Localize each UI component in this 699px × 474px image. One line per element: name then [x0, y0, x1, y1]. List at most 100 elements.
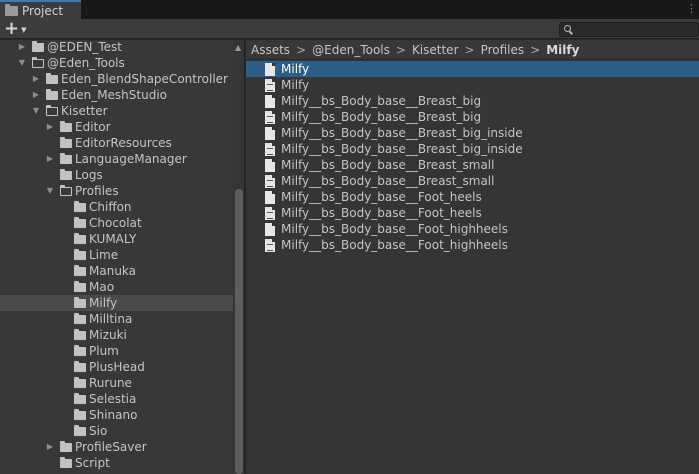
chevron-right-icon[interactable]: ▶ — [17, 40, 27, 55]
tab-label: Project — [22, 3, 64, 18]
folder-icon — [74, 249, 86, 260]
file-icon — [265, 223, 275, 236]
folder-icon — [5, 3, 18, 16]
asset-list-panel: Assets > @Eden_Tools > Kisetter > Profiles > Mil… — [246, 40, 699, 474]
tree-item[interactable]: PlusHead — [0, 359, 233, 375]
file-row[interactable]: Milfy__bs_Body_base__Foot_highheels — [246, 221, 699, 237]
tree-item[interactable]: Shinano — [0, 407, 233, 423]
text-file-icon — [265, 239, 275, 252]
breadcrumb-item[interactable]: Milfy — [546, 43, 579, 57]
file-row[interactable]: Milfy__bs_Body_base__Foot_heels — [246, 205, 699, 221]
tree-item[interactable]: Milltina — [0, 311, 233, 327]
file-name: Milfy__bs_Body_base__Foot_heels — [281, 206, 482, 220]
file-row[interactable]: Milfy__bs_Body_base__Foot_heels — [246, 189, 699, 205]
text-file-icon — [265, 111, 275, 124]
tree-item[interactable]: Logs — [0, 167, 233, 183]
tree-item-label: Milltina — [89, 312, 133, 326]
chevron-down-icon[interactable]: ▼ — [31, 103, 41, 119]
folder-icon — [60, 441, 72, 452]
file-row[interactable]: Milfy__bs_Body_base__Breast_big_inside — [246, 125, 699, 141]
tree-item[interactable]: Plum — [0, 343, 233, 359]
search-icon — [564, 25, 571, 32]
tree-item[interactable]: ▶ ProfileSaver — [0, 439, 233, 455]
tree-item[interactable]: Selestia — [0, 391, 233, 407]
tree-item[interactable]: Script — [0, 455, 233, 471]
file-name: Milfy__bs_Body_base__Breast_big — [281, 94, 482, 108]
breadcrumb-item[interactable]: Assets — [251, 43, 290, 57]
chevron-right-icon[interactable]: ▶ — [45, 439, 55, 455]
chevron-down-icon[interactable]: ▼ — [45, 183, 55, 199]
file-list: Milfy Milfy Milfy__bs_Body_base__Breast_bi… — [246, 61, 699, 253]
folder-icon — [60, 121, 72, 132]
chevron-right-icon[interactable]: ▶ — [45, 119, 55, 135]
scroll-up-icon[interactable]: ▲ — [235, 43, 241, 52]
tree-item[interactable]: Chocolat — [0, 215, 233, 231]
file-row[interactable]: Milfy__bs_Body_base__Breast_big_inside — [246, 141, 699, 157]
tree-item[interactable]: ▼ @Eden_Tools — [0, 55, 233, 71]
tree-item[interactable]: EditorResources — [0, 135, 233, 151]
tree-item-label: Eden_BlendShapeController — [61, 72, 228, 86]
breadcrumb-item[interactable]: Kisetter — [412, 43, 459, 57]
tree-item[interactable]: Chiffon — [0, 199, 233, 215]
file-row[interactable]: Milfy — [246, 77, 699, 93]
file-name: Milfy__bs_Body_base__Breast_big_inside — [281, 126, 523, 140]
folder-tree-panel: ▶ @EDEN_Test ▼ @Eden_Tools ▶ Eden_BlendShapeC… — [0, 40, 245, 474]
chevron-right-icon[interactable]: ▶ — [45, 151, 55, 167]
tree-item-label: Logs — [75, 168, 103, 182]
file-name: Milfy__bs_Body_base__Foot_highheels — [281, 238, 508, 252]
tree-item-label: Manuka — [89, 264, 137, 278]
scrollbar-thumb[interactable] — [235, 189, 243, 474]
tree-item[interactable]: Milfy — [0, 295, 233, 311]
breadcrumb-separator: > — [530, 42, 541, 57]
tab-bar: Project ⋮ — [0, 0, 699, 19]
file-name: Milfy — [281, 78, 310, 92]
tree-item[interactable]: ▶ LanguageManager — [0, 151, 233, 167]
folder-icon — [74, 409, 86, 420]
tree-item-label: KUMALY — [89, 232, 137, 246]
tree-item[interactable]: ▶ Eden_BlendShapeController — [0, 71, 233, 87]
tree-item[interactable]: ▼ Kisetter — [0, 103, 233, 119]
tree-item[interactable]: ▼ Profiles — [0, 183, 233, 199]
file-row[interactable]: Milfy__bs_Body_base__Breast_small — [246, 157, 699, 173]
tree-item[interactable]: Mao — [0, 279, 233, 295]
tree-item[interactable]: ▶ @EDEN_Test — [0, 40, 233, 55]
tree-item-label: Editor — [75, 120, 111, 134]
tree-item[interactable]: Lime — [0, 247, 233, 263]
tree-item-label: PlusHead — [89, 360, 145, 374]
tree-item-label: Chocolat — [89, 216, 142, 230]
tab-project[interactable]: Project — [0, 0, 81, 19]
tree-item[interactable]: ▶ Editor — [0, 119, 233, 135]
tree-scrollbar[interactable]: ▲ — [233, 40, 244, 474]
file-row[interactable]: Milfy__bs_Body_base__Breast_big — [246, 93, 699, 109]
create-button[interactable]: + ▼ — [4, 18, 26, 39]
breadcrumb-item[interactable]: Profiles — [481, 43, 525, 57]
file-row[interactable]: Milfy__bs_Body_base__Breast_big — [246, 109, 699, 125]
tree-item[interactable]: KUMALY — [0, 231, 233, 247]
tree-item[interactable]: Manuka — [0, 263, 233, 279]
folder-icon — [46, 73, 58, 84]
chevron-right-icon[interactable]: ▶ — [31, 87, 41, 103]
chevron-down-icon[interactable]: ▼ — [17, 55, 27, 71]
tree-item[interactable]: Rurune — [0, 375, 233, 391]
file-row[interactable]: Milfy__bs_Body_base__Breast_small — [246, 173, 699, 189]
tree-item-label: @Eden_Tools — [47, 56, 125, 70]
file-name: Milfy__bs_Body_base__Foot_heels — [281, 190, 482, 204]
breadcrumb-separator: > — [395, 42, 406, 57]
breadcrumb: Assets > @Eden_Tools > Kisetter > Profiles > Mil… — [246, 40, 699, 60]
tree-item-label: Eden_MeshStudio — [61, 88, 168, 102]
tree-item-label: Profiles — [75, 184, 119, 198]
tree-item-label: Selestia — [89, 392, 137, 406]
folder-icon — [60, 137, 72, 148]
tree-item-label: Shinano — [89, 408, 138, 422]
more-options-icon[interactable]: ⋮ — [686, 2, 697, 15]
breadcrumb-item[interactable]: @Eden_Tools — [312, 43, 390, 57]
tree-item[interactable]: Sio — [0, 423, 233, 439]
chevron-right-icon[interactable]: ▶ — [31, 71, 41, 87]
file-row[interactable]: Milfy — [246, 61, 699, 77]
plus-icon: + — [4, 18, 20, 39]
tree-item[interactable]: Mizuki — [0, 327, 233, 343]
file-row[interactable]: Milfy__bs_Body_base__Foot_highheels — [246, 237, 699, 253]
folder-icon — [74, 345, 86, 356]
search-input[interactable] — [559, 22, 699, 37]
tree-item[interactable]: ▶ Eden_MeshStudio — [0, 87, 233, 103]
